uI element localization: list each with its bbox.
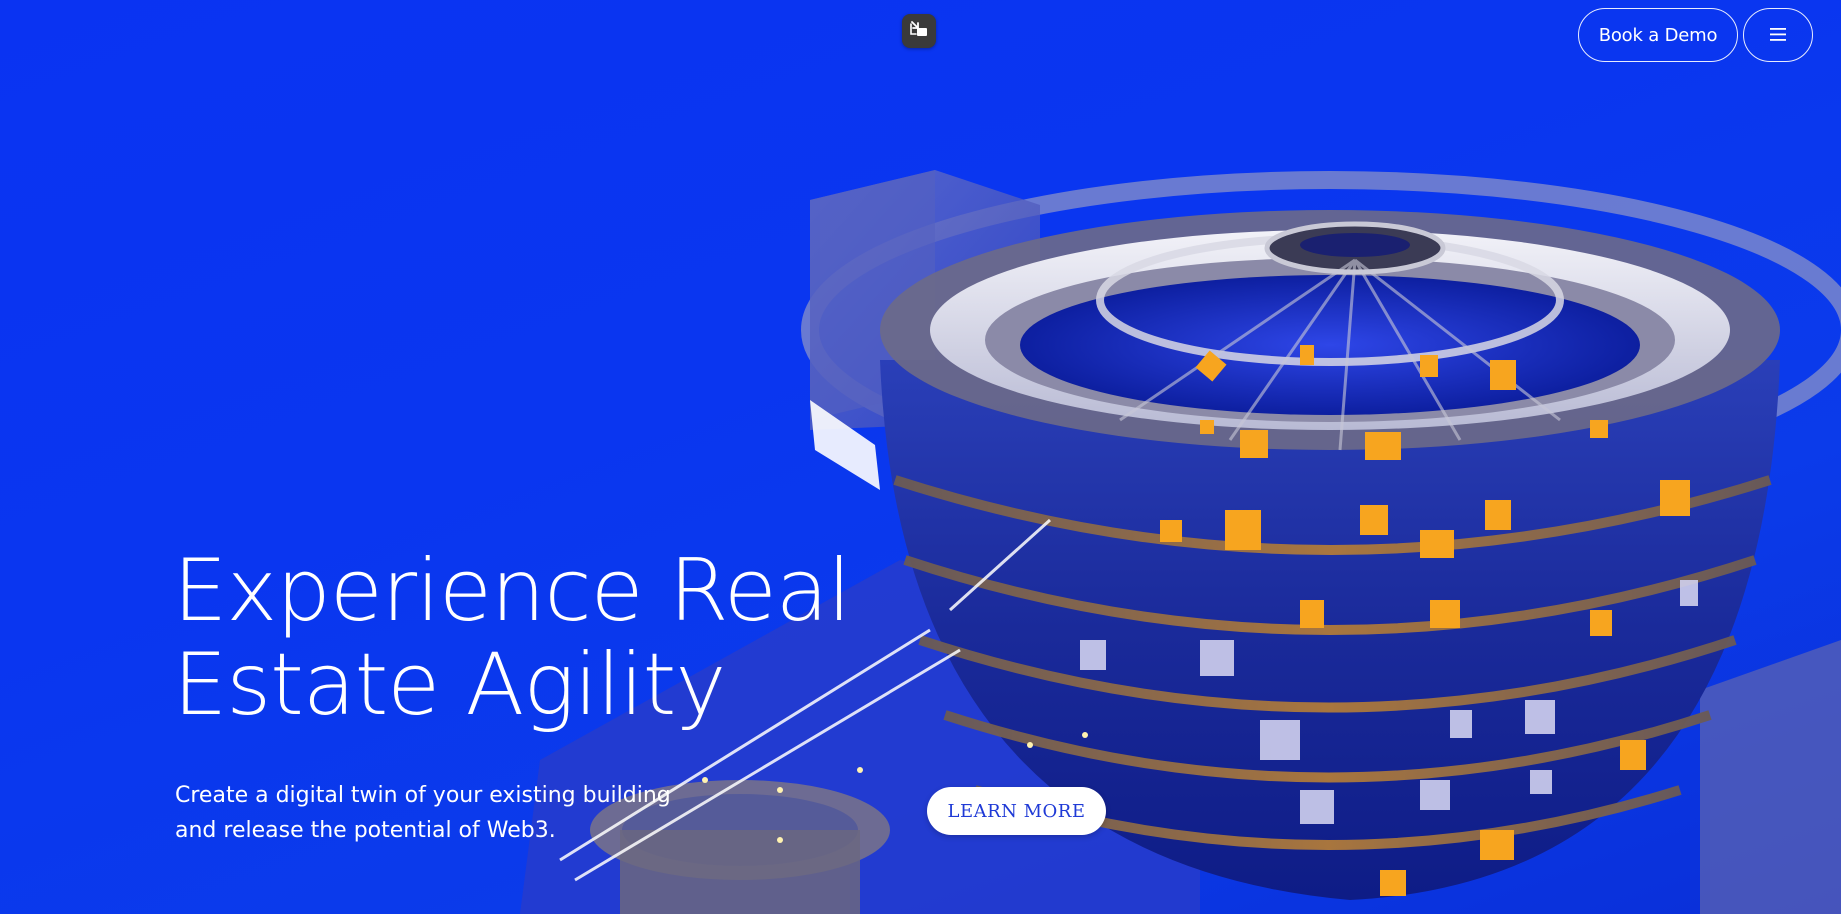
hero-headline-line1: Experience Real: [173, 541, 851, 641]
hero-subtext-line1: Create a digital twin of your existing b…: [175, 783, 671, 808]
building-illustration: [520, 170, 1841, 914]
hero-section: Book a Demo Experience Real Estate Agili…: [0, 0, 1841, 914]
book-demo-label: Book a Demo: [1598, 24, 1718, 46]
book-demo-button[interactable]: Book a Demo: [1578, 8, 1738, 62]
hero-subtext: Create a digital twin of your existing b…: [175, 778, 695, 848]
hamburger-icon: [1770, 26, 1786, 45]
pip-toggle-button[interactable]: [902, 14, 936, 48]
hero-headline-line2: Estate Agility: [173, 635, 726, 735]
hero-subtext-line2: and release the potential of Web3.: [175, 818, 556, 843]
exit-picture-in-picture-icon: [909, 20, 929, 42]
menu-button[interactable]: [1743, 8, 1813, 62]
learn-more-label: LEARN MORE: [947, 800, 1086, 822]
learn-more-button[interactable]: LEARN MORE: [927, 787, 1106, 835]
hero-headline: Experience Real Estate Agility: [173, 544, 873, 732]
